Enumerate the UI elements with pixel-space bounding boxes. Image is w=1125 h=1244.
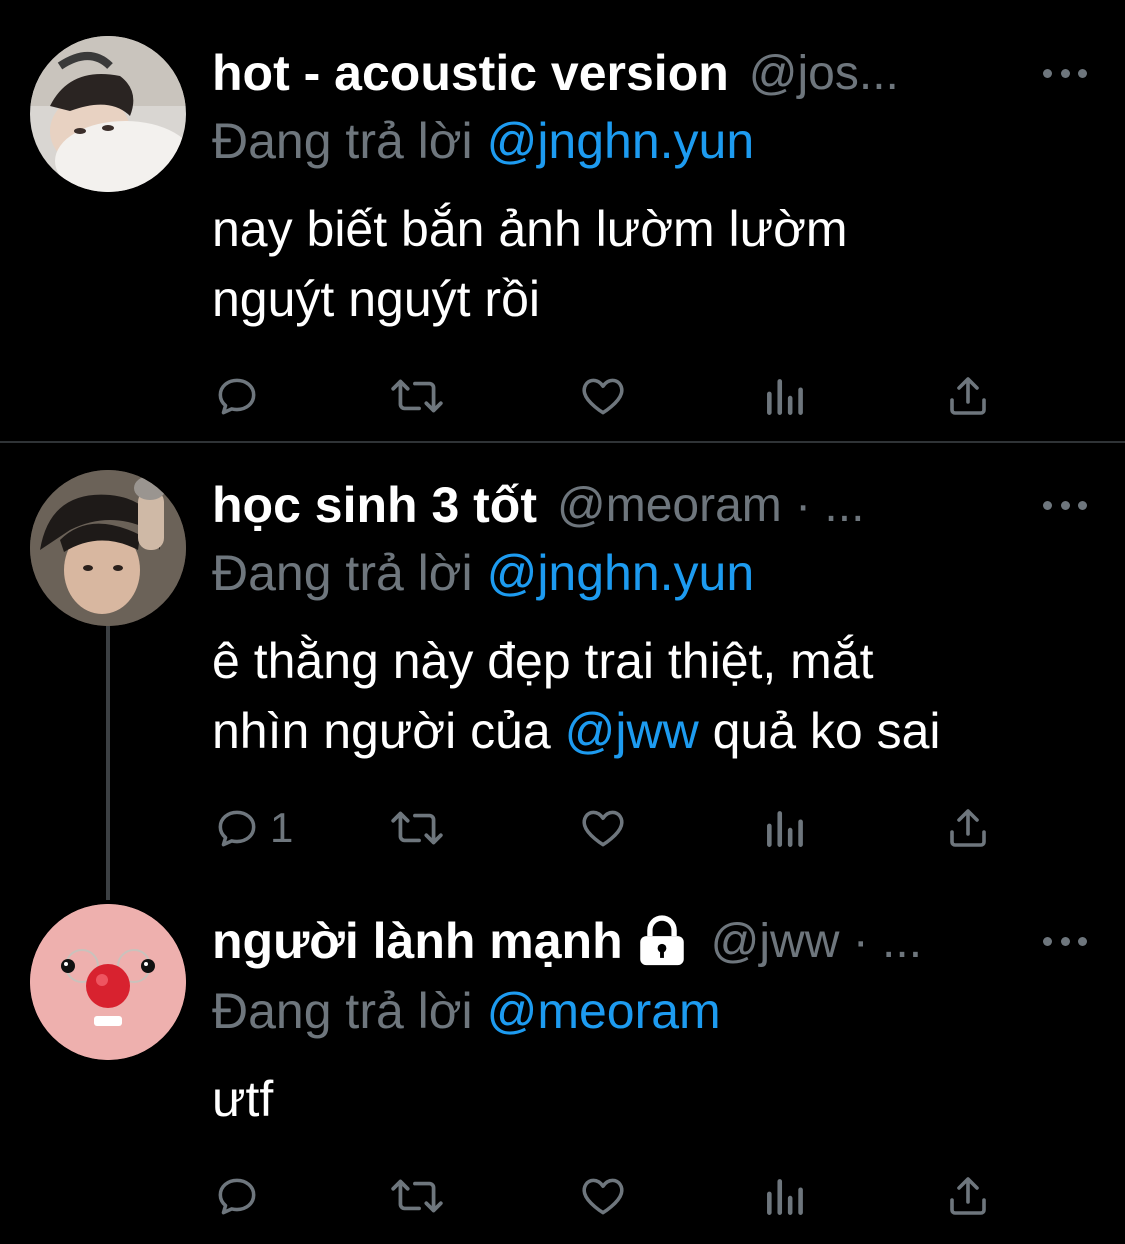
tweet-text-segment: quả ko sai — [698, 703, 941, 759]
replying-mention[interactable]: @jnghn.yun — [487, 545, 755, 601]
display-name[interactable]: hot - acoustic version — [212, 44, 729, 102]
replying-mention[interactable]: @jnghn.yun — [487, 113, 755, 169]
avatar[interactable] — [30, 36, 186, 192]
avatar[interactable] — [30, 904, 186, 1060]
share-button[interactable] — [944, 368, 992, 424]
reply-icon — [218, 1178, 256, 1215]
tweet-text-line: ưtf — [212, 1071, 274, 1127]
more-icon[interactable] — [1043, 934, 1087, 948]
user-handle[interactable]: @jww · ... — [711, 914, 922, 969]
tweet-header: hot - acoustic version @jos... — [212, 38, 1022, 108]
replying-to: Đang trả lời @meoram — [212, 982, 721, 1040]
tweet-text-line: nay biết bắn ảnh lườm lườm — [212, 201, 848, 257]
user-handle[interactable]: @jos... — [749, 46, 899, 101]
like-button[interactable] — [578, 1168, 628, 1224]
views-icon — [767, 379, 803, 415]
replying-to: Đang trả lời @jnghn.yun — [212, 112, 754, 170]
share-icon — [950, 377, 986, 415]
retweet-icon — [391, 811, 443, 845]
reply-icon — [218, 378, 256, 415]
action-bar — [212, 1168, 1002, 1224]
display-name[interactable]: học sinh 3 tốt — [212, 476, 537, 534]
inline-mention[interactable]: @jww — [565, 703, 699, 759]
tweet-text-line: nhìn người của @jww quả ko sai — [212, 696, 1092, 766]
views-icon — [767, 811, 803, 847]
user-handle[interactable]: @meoram · ... — [557, 478, 864, 533]
reply-button[interactable] — [212, 1168, 262, 1224]
heart-icon — [582, 378, 624, 415]
retweet-icon — [391, 379, 443, 413]
views-button[interactable] — [764, 368, 808, 424]
tweet-text-segment: nhìn người của — [212, 703, 565, 759]
tweet-text-line: nguýt nguýt rồi — [212, 271, 540, 327]
replying-prefix: Đang trả lời — [212, 545, 487, 601]
replying-to: Đang trả lời @jnghn.yun — [212, 544, 754, 602]
retweet-button[interactable] — [388, 1168, 446, 1224]
reply-count: 1 — [270, 804, 294, 851]
lock-icon — [639, 915, 684, 966]
tweet-text: ưtf — [212, 1064, 1092, 1134]
replying-prefix: Đang trả lời — [212, 983, 487, 1039]
avatar[interactable] — [30, 470, 186, 626]
reply-button[interactable] — [212, 368, 262, 424]
reply-icon — [218, 810, 256, 847]
replying-prefix: Đang trả lời — [212, 113, 487, 169]
display-name[interactable]: người lành mạnh — [212, 912, 623, 970]
retweet-button[interactable] — [388, 800, 446, 856]
share-button[interactable] — [944, 800, 992, 856]
views-button[interactable] — [764, 1168, 808, 1224]
replying-mention[interactable]: @meoram — [487, 983, 721, 1039]
share-icon — [950, 1177, 986, 1215]
like-button[interactable] — [578, 800, 628, 856]
tweet-header: người lành mạnh @jww · ... — [212, 906, 1022, 976]
tweet-text: nay biết bắn ảnh lườm lườm nguýt nguýt r… — [212, 194, 1092, 334]
retweet-button[interactable] — [388, 368, 446, 424]
share-icon — [950, 809, 986, 847]
share-button[interactable] — [944, 1168, 992, 1224]
like-button[interactable] — [578, 368, 628, 424]
views-icon — [767, 1179, 803, 1215]
thread-line — [106, 606, 110, 900]
tweet-header: học sinh 3 tốt @meoram · ... — [212, 470, 1022, 540]
heart-icon — [582, 1178, 624, 1215]
divider — [0, 441, 1125, 443]
action-bar: 1 — [212, 800, 1002, 856]
reply-button[interactable]: 1 — [212, 800, 293, 856]
views-button[interactable] — [764, 800, 808, 856]
heart-icon — [582, 810, 624, 847]
retweet-icon — [391, 1179, 443, 1213]
action-bar — [212, 368, 1002, 424]
tweet-text: ê thằng này đẹp trai thiệt, mắt nhìn ngư… — [212, 626, 1092, 766]
more-icon[interactable] — [1043, 66, 1087, 80]
tweet-text-line: ê thằng này đẹp trai thiệt, mắt — [212, 633, 874, 689]
more-icon[interactable] — [1043, 498, 1087, 512]
